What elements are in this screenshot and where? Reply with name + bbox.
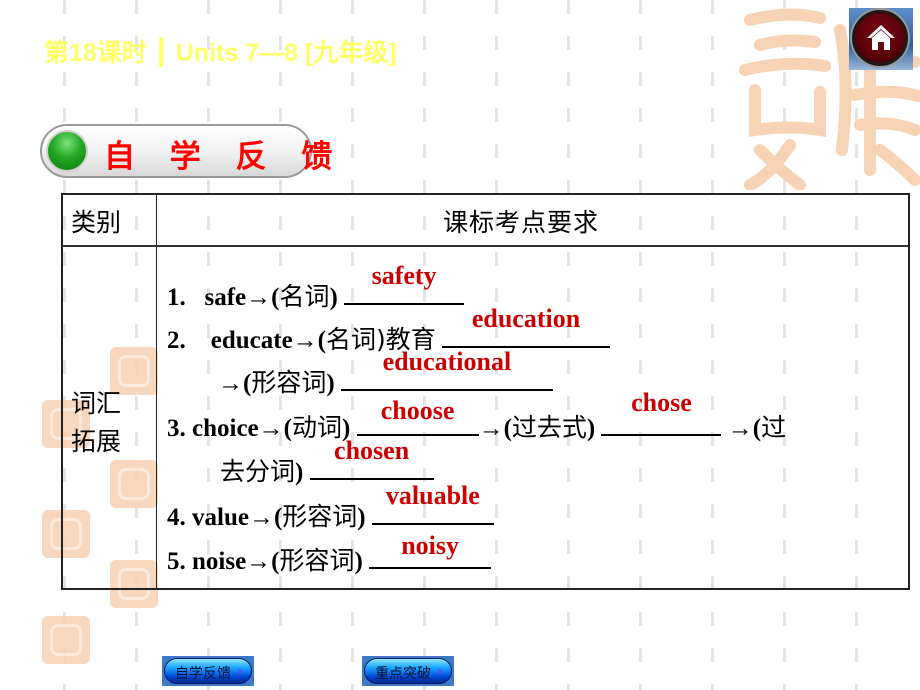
answer-blank[interactable]: educational [340, 347, 553, 391]
answer-blank[interactable]: noisy [369, 531, 492, 569]
list-item: 4. value→(形容词) valuable [167, 481, 494, 533]
nav-button-self-study-feedback[interactable]: 自学反馈 › [162, 656, 254, 686]
lesson-title: 第18课时 ┃ Units 7—8 [九年级] [44, 39, 397, 67]
header-requirements: 课标考点要求 [443, 208, 600, 237]
nav-button-key-breakthrough[interactable]: 重点突破 › [362, 656, 454, 686]
answer-text: noisy [401, 531, 459, 560]
chevron-right-icon: › [436, 662, 443, 680]
home-button[interactable] [849, 8, 913, 70]
answer-text: chosen [334, 436, 410, 465]
list-item: 3. choice→(动词) choose →(过去式) chose →(过 [167, 388, 787, 442]
column-divider [156, 195, 157, 588]
chevron-right-icon: › [236, 662, 243, 680]
header-category: 类别 [71, 208, 122, 237]
nav-button-label: 重点突破 [375, 666, 431, 682]
header-divider [63, 245, 908, 247]
answer-blank[interactable]: chose [601, 388, 722, 436]
answer-text: chose [631, 388, 692, 417]
answer-blank[interactable]: education [442, 304, 611, 348]
answer-text: choose [380, 396, 455, 425]
answer-text: safety [371, 261, 437, 290]
answer-text: education [471, 304, 581, 333]
list-item: 5. noise→(形容词) noisy [167, 531, 492, 577]
answer-text: valuable [385, 481, 480, 510]
section-header: 自 学 反 馈 [40, 124, 332, 178]
list-item: →(形容词) educational [218, 347, 553, 399]
nav-button-label: 自学反馈 [175, 666, 231, 682]
answer-blank[interactable]: valuable [371, 481, 494, 525]
answer-blank[interactable]: safety [344, 261, 465, 305]
answer-blank[interactable]: choose [356, 396, 479, 436]
answer-blank[interactable]: chosen [309, 436, 434, 480]
content-table: 类别 课标考点要求 词汇 拓展 1. safe→(名词) safety 2. e… [61, 193, 910, 590]
category-cell: 词汇 拓展 [71, 389, 122, 456]
list-item: 1. safe→(名词) safety [167, 261, 465, 313]
seal-watermark-small [42, 616, 90, 664]
answer-text: educational [382, 347, 512, 376]
green-indicator-icon [46, 130, 88, 172]
section-title: 自 学 反 馈 [104, 139, 345, 175]
home-icon [867, 25, 895, 50]
